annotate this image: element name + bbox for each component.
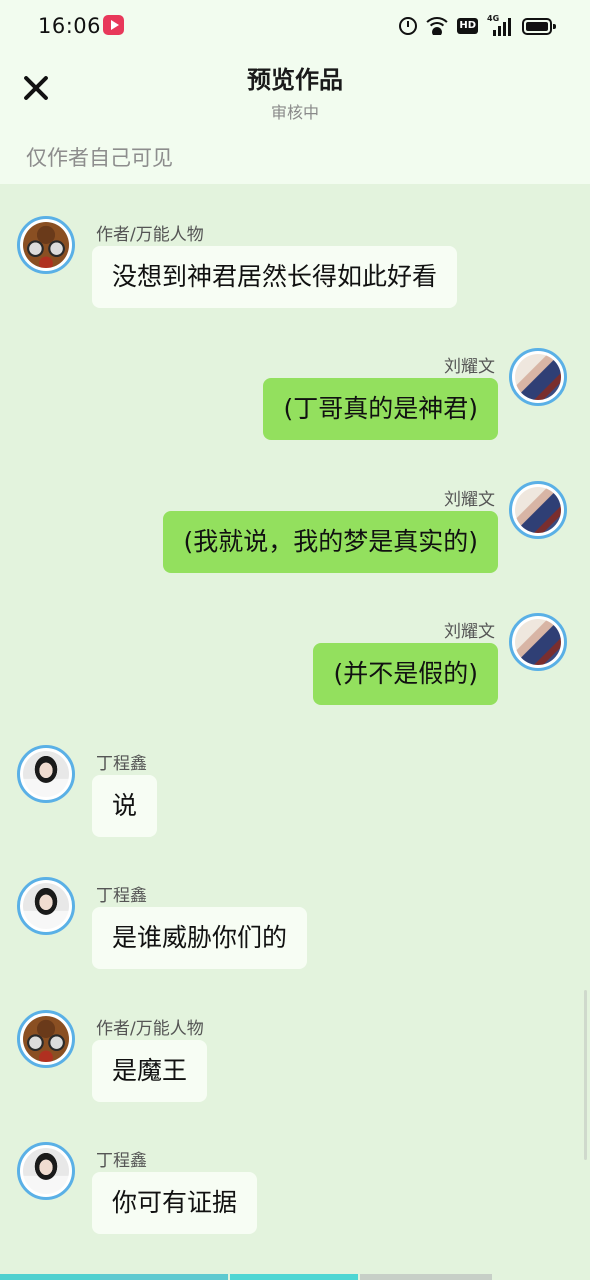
video-app-icon <box>103 15 124 35</box>
sender-name: 丁程鑫 <box>96 1151 147 1171</box>
progress-segment <box>360 1274 492 1280</box>
page-title: 预览作品 <box>247 66 343 94</box>
network-label: 4G <box>487 14 500 23</box>
review-status: 审核中 <box>270 103 319 122</box>
status-bar: 16:06 HD 4G <box>0 0 590 52</box>
message-bubble[interactable]: 没想到神君居然长得如此好看 <box>92 246 458 308</box>
sender-name: 丁程鑫 <box>96 754 147 774</box>
sender-name: 丁程鑫 <box>96 886 147 906</box>
message-bubble[interactable]: 是谁威胁你们的 <box>92 907 308 969</box>
status-time: 16:06 <box>38 14 102 38</box>
sender-name: 作者/万能人物 <box>96 225 204 245</box>
message-bubble[interactable]: (并不是假的) <box>313 643 498 705</box>
avatar[interactable] <box>17 745 75 803</box>
alarm-icon <box>399 17 418 35</box>
wifi-icon <box>426 17 449 35</box>
battery-icon <box>522 17 556 35</box>
sender-name: 刘耀文 <box>444 490 495 510</box>
avatar[interactable] <box>17 216 75 274</box>
progress-segment <box>0 1274 100 1280</box>
avatar[interactable] <box>509 613 567 671</box>
progress-segment <box>230 1274 358 1280</box>
avatar[interactable] <box>17 1010 75 1068</box>
visibility-note: 仅作者自己可见 <box>26 146 173 170</box>
message-bubble[interactable]: (我就说，我的梦是真实的) <box>163 511 498 573</box>
status-icons: HD 4G <box>399 14 556 38</box>
avatar[interactable] <box>17 1142 75 1200</box>
avatar[interactable] <box>17 877 75 935</box>
signal-icon: 4G <box>487 14 513 36</box>
message-bubble[interactable]: 说 <box>92 775 158 837</box>
message-bubble[interactable]: 你可有证据 <box>92 1172 258 1234</box>
hd-badge: HD <box>457 18 478 34</box>
avatar[interactable] <box>509 348 567 406</box>
avatar[interactable] <box>509 481 567 539</box>
message-bubble[interactable]: (丁哥真的是神君) <box>263 378 498 440</box>
sender-name: 刘耀文 <box>444 622 495 642</box>
scrollbar[interactable] <box>584 990 587 1160</box>
sender-name: 刘耀文 <box>444 357 495 377</box>
message-bubble[interactable]: 是魔王 <box>92 1040 208 1102</box>
sender-name: 作者/万能人物 <box>96 1019 204 1039</box>
progress-segment <box>100 1274 228 1280</box>
